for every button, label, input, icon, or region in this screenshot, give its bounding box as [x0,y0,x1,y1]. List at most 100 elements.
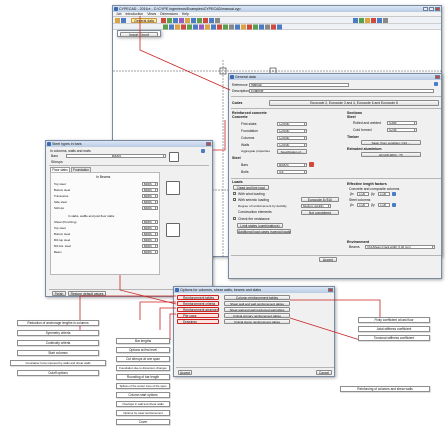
menu-help[interactable]: Help [182,12,189,16]
bars-select[interactable]: B400S [66,154,166,159]
rib-bot-steel-select[interactable]: B400S [142,244,158,248]
limit-states-button[interactable]: Limit states (combinations) [237,223,283,228]
side-steel-select[interactable]: B400S [142,200,158,204]
toolbar-icons-1[interactable] [113,17,443,24]
eff-by-input-2[interactable]: 1.00 [378,203,390,207]
options-cancel-button[interactable]: Cancel [316,370,332,375]
row-bottom-steel-2: Bottom steel [54,232,71,236]
general-data-window-controls [435,75,440,79]
bars-edit-icon[interactable] [309,162,314,167]
additional-loadcases-button[interactable]: Additional load cases (special loads) [237,229,291,234]
eff-help-icon-1[interactable] [392,192,396,196]
minimize-button[interactable] [423,7,428,11]
menu-dimensions[interactable]: Dimensions [160,12,178,16]
seismic-checkbox[interactable] [233,198,237,202]
reinforcement-criteria-button[interactable]: Reinforcement criteria [177,301,219,306]
restore-defaults-button[interactable]: Restore default values [68,291,106,296]
critical-clamp-tables-button[interactable]: Critical clamp reinforcement tables [224,319,290,324]
row-transverse: Transverse [54,194,69,198]
beams-env-label: Beams [349,245,360,249]
maximize-button[interactable] [429,7,434,11]
main-window-title: CYPECAD - 2016.e - C:\CYPE Ingenieros\Ex… [119,7,241,11]
fire-resistance-label: Check fire resistance [238,216,270,221]
extruded-aluminium-button[interactable]: EN AW-6063 - T5 [361,152,421,157]
first-slabs-select[interactable]: C25/30 [277,122,307,127]
dead-live-load-button[interactable]: Dead and live load [233,185,269,190]
general-data-separator-1 [231,96,441,97]
eff-help-icon-2[interactable] [392,203,396,207]
finish-button[interactable]: Finish [52,291,66,296]
callout-torsional-stiffness: Torsional stiffness coefficient [358,335,430,341]
bottom-steel-select[interactable]: B400S [142,188,158,192]
options-close-button[interactable] [328,288,333,292]
walls-select[interactable]: C25/30 [277,143,307,148]
reinforcement-arrangement-button[interactable]: Reinforcement arrangement [177,307,219,312]
reinforcement-tables-button[interactable]: Reinforcement tables [177,295,219,300]
eff-by-input-1[interactable]: 1.00 [378,192,390,196]
beam-select[interactable]: B400S [142,250,158,254]
shear-wall-reinforced-tables-button[interactable]: Shear wall and wall reinforced wall tabl… [224,307,290,312]
steel-types-close-button[interactable] [206,142,211,146]
cold-formed-select[interactable]: S235 [387,128,417,133]
general-data-title: General data [235,75,256,79]
construction-elements-button[interactable]: Not considered [301,210,339,215]
eff-bx-input-1[interactable]: 1.00 [357,192,369,196]
aggregate-button[interactable]: Specification of... [277,149,307,154]
callout-first-level: Options at first level [116,347,170,353]
menu-views[interactable]: Views [147,12,156,16]
pile-caps-button[interactable]: Pile caps [177,313,219,318]
menu-introduction[interactable]: Introduction [125,12,143,16]
critical-primary-tables-button[interactable]: Critical primary reinforcement tables [224,313,290,318]
bars-select-gd[interactable]: B400S [277,163,307,168]
general-data-dialog-icon [230,75,234,79]
seismic-code-button[interactable]: Eurocode 8 (EU) [301,197,339,202]
bolts-select[interactable]: 4.6 [277,170,307,175]
columns-select[interactable]: C25/30 [277,136,307,141]
fire-resistance-checkbox[interactable] [233,217,236,220]
timber-button[interactable]: Sawn (from condition: C24 ... [361,140,421,145]
transverse-select[interactable]: B400S [142,194,158,198]
beams-env-select[interactable]: XC1/Mean (crack width: 0.40 mm) [365,245,435,250]
drawings-button[interactable]: Drawings [177,319,219,324]
stirrups-select[interactable]: B400S [142,206,158,210]
rib-top-steel-select[interactable]: B400S [142,238,158,242]
ductility-select[interactable]: Medium ductility [301,204,331,209]
menu-job[interactable]: Job [116,12,121,16]
row-rib-bot-steel: Rib bot. steel [54,244,71,248]
general-data-separator-3 [231,178,441,179]
row-rib-top-steel: Rib top steel [54,238,71,242]
column-reinforcement-tables-button[interactable]: Column reinforcement tables [224,295,290,300]
top-steel-2-select[interactable]: B400S [142,226,158,230]
help-icon[interactable] [201,149,205,153]
general-data-close-button[interactable] [435,75,440,79]
steel-header: Steel [232,156,241,160]
general-data-accept-button[interactable]: Accept [319,257,337,262]
joists-header: In slabs, waffle and joist floor slabs [68,214,115,218]
shear-punching-select[interactable]: B400S [142,220,158,224]
rolled-welded-select[interactable]: S355 [387,121,417,126]
shear-wall-reinforcement-tables-button[interactable]: Shear wall and wall reinforcement tables [224,301,290,306]
columns-label: Columns [241,136,255,140]
callout-column-start: Column start options [116,392,170,398]
codes-label: Codes [232,101,243,105]
general-data-help-icon[interactable] [434,82,438,86]
top-steel-select[interactable]: B400S [142,182,158,186]
wind-checkbox[interactable] [233,192,236,195]
general-data-button[interactable]: General data [131,17,157,23]
options-accept-button[interactable]: Accept [178,370,192,375]
callout-continuity-criteria: Continuity criteria [17,340,99,346]
slab-section-diagram [166,223,180,237]
eff-bx-input-2[interactable]: 1.00 [357,203,369,207]
options-titlebar: Options for columns, shear walls, beams … [174,287,334,293]
codes-button[interactable]: Eurocode 2, Eurocode 3 and 4, Eurocode 6… [269,100,439,106]
reference-input[interactable]: manual [249,83,349,88]
bottom-steel-2-select[interactable]: B400S [142,232,158,236]
description-input[interactable]: Example [249,89,434,94]
options-title: Options for columns, shear walls, beams … [180,288,262,292]
options-dialog-icon [175,288,179,292]
callout-cover: Cover [116,419,170,425]
close-button[interactable] [435,7,440,11]
row-shear-punching: Shear (Punching) [54,220,77,224]
callout-force-walls: Considerer force imposed by walls and sh… [10,360,106,366]
foundation-select[interactable]: C25/30 [277,129,307,134]
